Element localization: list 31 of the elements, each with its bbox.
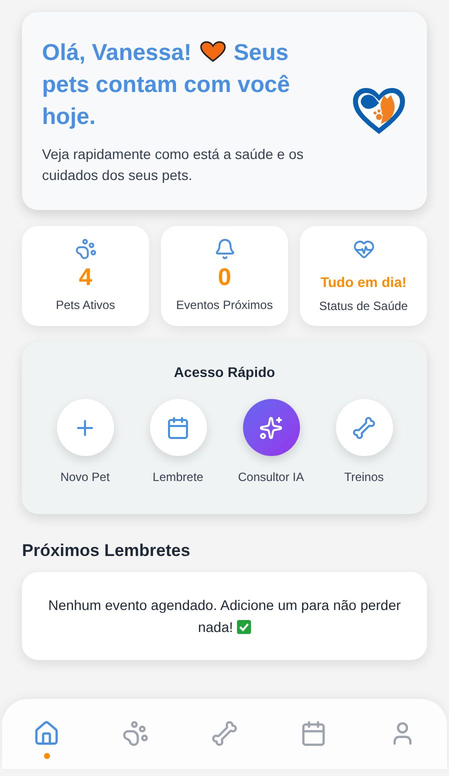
sparkles-icon <box>259 416 283 440</box>
empty-reminders-message-end: nada! <box>198 618 234 636</box>
bone-icon <box>352 416 376 440</box>
empty-reminders-message: Nenhum evento agendado. Adicione um para não perder <box>48 596 401 615</box>
stat-label: Status de Saúde <box>319 298 408 314</box>
calendar-icon <box>166 416 190 440</box>
paw-icon <box>74 238 96 260</box>
greeting-message: pets contam com você hoje. <box>42 70 291 131</box>
quick-action-label: Novo Pet <box>60 469 110 486</box>
greeting-subtitle: Veja rapidamente como está a saúde e os cuidados dos seus pets. <box>42 145 305 185</box>
stat-label: Pets Ativos <box>56 297 116 314</box>
greeting-message-start: Seus <box>234 38 289 67</box>
greeting-title: Olá, Vanessa! <box>42 38 192 67</box>
stat-value: 4 <box>78 264 92 292</box>
stat-label: Eventos Próximos <box>176 297 273 314</box>
stat-value: 0 <box>218 264 232 292</box>
heart-icon <box>200 41 226 63</box>
pet-heart-logo <box>351 86 407 136</box>
bone-icon <box>211 720 238 747</box>
quick-action-label: Lembrete <box>152 469 204 486</box>
section-title: Próximos Lembretes <box>22 540 192 562</box>
check-icon <box>237 620 252 634</box>
stat-value: Tudo em dia! <box>320 272 407 292</box>
quick-access-title: Acesso Rápido <box>174 363 276 382</box>
home-icon <box>33 720 60 747</box>
quick-action-label: Consultor IA <box>238 469 304 486</box>
paw-icon <box>122 720 149 747</box>
calendar-icon <box>300 720 327 747</box>
heartbeat-icon <box>352 238 374 260</box>
bell-icon <box>214 238 236 260</box>
quick-action-label: Treinos <box>344 469 384 486</box>
